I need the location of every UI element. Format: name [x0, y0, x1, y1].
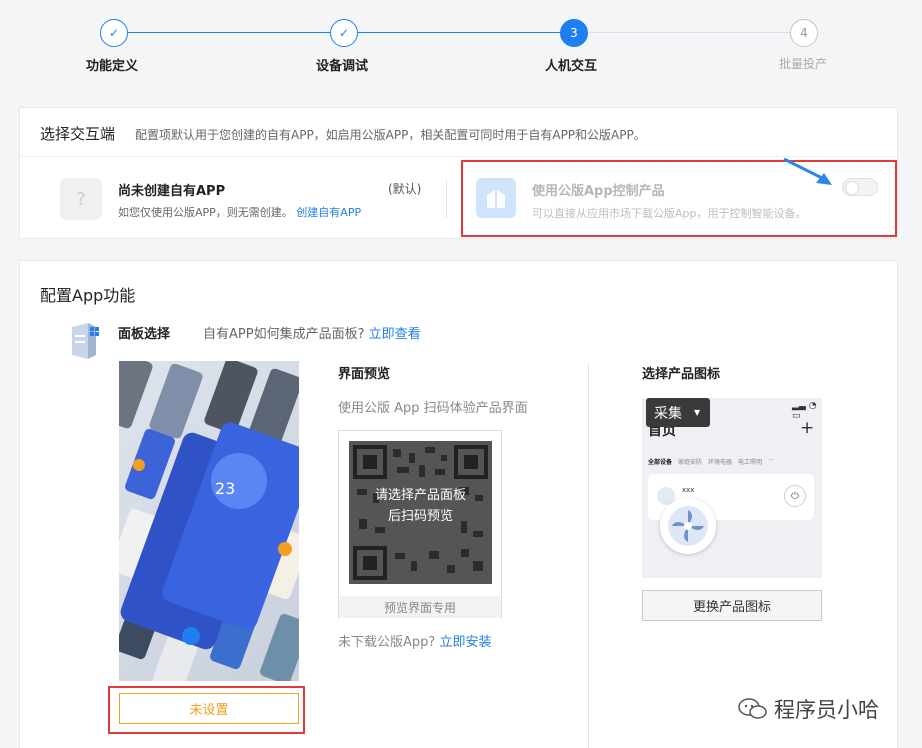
- category-tag[interactable]: 采集 ▼: [646, 398, 710, 427]
- step-4-label: 批量投产: [779, 57, 828, 71]
- divider: [20, 156, 897, 157]
- highlight-box: [108, 686, 305, 734]
- arrow-icon: [783, 157, 832, 185]
- install-row: 未下载公版App? 立即安装: [338, 631, 491, 650]
- qr-frame: 请选择产品面板后扫码预览 预览界面专用: [338, 430, 502, 618]
- change-product-icon-button[interactable]: 更换产品图标: [642, 590, 822, 621]
- divider: [588, 363, 589, 748]
- question-icon: ?: [60, 178, 102, 220]
- product-fan-icon: [660, 498, 716, 554]
- step-3-marker[interactable]: 3: [560, 19, 588, 47]
- step-connector: [358, 32, 560, 33]
- qr-code: 请选择产品面板后扫码预览: [349, 441, 492, 584]
- step-2-check-icon[interactable]: ✓: [330, 19, 358, 47]
- phone-tab: 全部设备: [648, 459, 673, 466]
- step-4-marker[interactable]: 4: [790, 19, 818, 47]
- category-tag-label: 采集: [654, 405, 682, 422]
- qr-overlay-text: 请选择产品面板后扫码预览: [374, 488, 466, 524]
- config-card: 配置App功能 面板选择 自有APP如何集成产品面板? 立即查看 23 未设置 …: [19, 260, 898, 748]
- preview-title: 界面预览: [338, 367, 391, 382]
- step-2-label: 设备调试: [316, 59, 369, 74]
- panel-view-link[interactable]: 立即查看: [369, 327, 421, 342]
- config-title: 配置App功能: [40, 286, 136, 305]
- step-1-check-icon[interactable]: ✓: [100, 19, 128, 47]
- phone-tab: 电工照明: [738, 459, 763, 466]
- default-tag: (默认): [388, 182, 422, 196]
- phone-add-icon: +: [800, 418, 815, 438]
- own-app-sub-row: 如您仅使用公版APP，则无需创建。 创建自有APP: [118, 204, 361, 220]
- phone-tab: ···: [768, 457, 774, 464]
- caret-down-icon: ▼: [694, 408, 701, 417]
- own-app-title: 尚未创建自有APP: [118, 184, 226, 199]
- panel-question-row: 自有APP如何集成产品面板? 立即查看: [203, 323, 421, 342]
- phone-tab: 环境电器: [708, 459, 733, 466]
- step-connector: [128, 32, 330, 33]
- panel-label: 面板选择: [118, 327, 171, 342]
- divider: [446, 180, 447, 218]
- interaction-title: 选择交互端: [40, 125, 116, 143]
- step-3-label: 人机交互: [545, 59, 598, 74]
- wechat-icon: [738, 698, 767, 719]
- phone-tab: 家庭安防: [678, 459, 703, 466]
- step-1-label: 功能定义: [86, 59, 139, 74]
- device-power-icon: ⏻: [784, 485, 806, 507]
- install-link[interactable]: 立即安装: [439, 635, 491, 650]
- qr-caption: 预览界面专用: [339, 596, 501, 618]
- step-connector: [588, 32, 790, 33]
- product-icon-title: 选择产品图标: [642, 367, 721, 382]
- watermark-text: 程序员小哈: [774, 698, 879, 722]
- preview-desc: 使用公版 App 扫码体验产品界面: [338, 401, 528, 416]
- panel-question: 自有APP如何集成产品面板?: [203, 327, 365, 342]
- not-installed-text: 未下载公版App?: [338, 635, 436, 650]
- thumb-temp: 23: [215, 479, 236, 498]
- page: ✓ 功能定义 ✓ 设备调试 3 人机交互 4 批量投产 选择交互端 配置项默认用…: [0, 0, 922, 748]
- interaction-desc: 配置项默认用于您创建的自有APP，如启用公版APP，相关配置可同时用于自有APP…: [135, 128, 646, 142]
- create-own-app-link[interactable]: 创建自有APP: [296, 206, 361, 219]
- panel-thumbnail[interactable]: 23: [119, 361, 299, 681]
- device-name: xxx: [682, 486, 695, 494]
- phone-mockup: ▂▃ ◔ ▭ 首页 + 全部设备 家庭安防 环境电器 电工照明 ··· xxx …: [642, 398, 822, 578]
- watermark: 程序员小哈: [738, 694, 879, 724]
- phone-tabs: 全部设备 家庭安防 环境电器 电工照明 ···: [648, 457, 774, 466]
- panel-device-icon: [68, 321, 100, 361]
- own-app-sub: 如您仅使用公版APP，则无需创建。: [118, 206, 293, 219]
